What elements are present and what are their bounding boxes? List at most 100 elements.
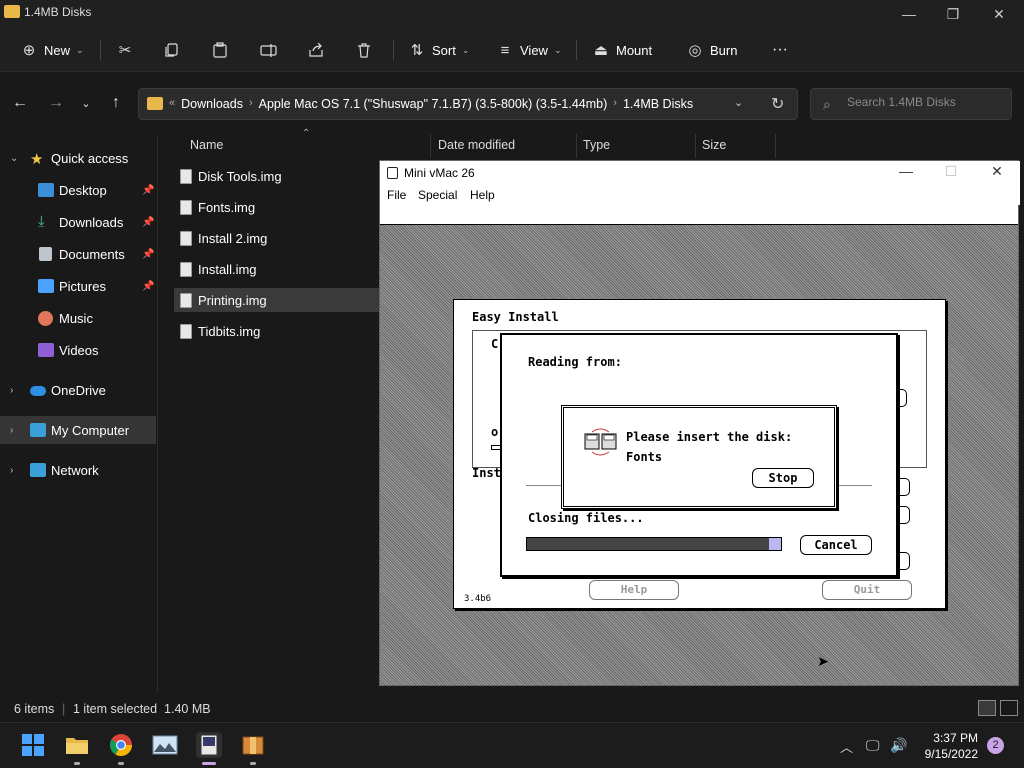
sidebar-item-onedrive[interactable]: › OneDrive — [0, 376, 156, 404]
refresh-icon[interactable]: ↻ — [771, 94, 784, 114]
title-bar: 1.4MB Disks — ❐ ✕ — [0, 0, 1024, 28]
sidebar-item-videos[interactable]: Videos — [0, 336, 156, 364]
vmac-maximize-button[interactable]: ☐ — [931, 163, 971, 180]
rename-button[interactable] — [260, 36, 278, 64]
close-button[interactable]: ✕ — [976, 2, 1022, 26]
view-lines-icon: ≡ — [500, 41, 510, 59]
file-row[interactable]: Install 2.img — [174, 226, 379, 250]
sidebar-item-network[interactable]: › Network — [0, 456, 156, 484]
menu-special[interactable]: Special — [418, 188, 457, 202]
sidebar-item-label: Documents — [59, 246, 125, 262]
view-label: View — [520, 42, 548, 58]
partial-text: C — [491, 337, 499, 351]
stop-button[interactable]: Stop — [752, 468, 814, 488]
forward-arrow-icon[interactable]: → — [44, 94, 68, 114]
delete-button[interactable] — [356, 36, 372, 64]
sidebar-item-label: Downloads — [59, 214, 124, 230]
chevron-up-icon[interactable]: ︿ — [840, 737, 853, 756]
share-button[interactable] — [308, 36, 324, 64]
file-row[interactable]: Install.img — [174, 257, 379, 281]
column-header-type[interactable]: Type — [583, 138, 610, 160]
details-view-icon[interactable] — [978, 700, 996, 716]
file-row[interactable]: Disk Tools.img — [174, 164, 379, 188]
sidebar-item-pictures[interactable]: Pictures 📌 — [0, 272, 156, 300]
notification-badge[interactable]: 2 — [987, 737, 1004, 754]
help-button[interactable]: Help — [589, 580, 679, 600]
maximize-button[interactable]: ❐ — [930, 2, 976, 26]
vmac-minimize-button[interactable]: — — [886, 163, 926, 179]
sidebar-item-quick-access[interactable]: ⌄ ★ Quick access — [0, 144, 156, 172]
start-icon[interactable] — [20, 732, 46, 758]
photos-icon[interactable] — [152, 732, 178, 758]
chevron-right-icon[interactable]: › — [10, 385, 13, 396]
sidebar-item-documents[interactable]: Documents 📌 — [0, 240, 156, 268]
chevron-down-icon[interactable]: ⌄ — [10, 153, 18, 164]
vmac-close-button[interactable]: ✕ — [977, 163, 1017, 180]
column-header-size[interactable]: Size — [702, 138, 726, 160]
status-divider: | — [62, 702, 66, 716]
menu-file[interactable]: File — [387, 188, 406, 202]
sidebar-item-label: Videos — [59, 342, 99, 358]
up-arrow-icon[interactable]: ↑ — [104, 94, 128, 114]
large-icons-view-icon[interactable] — [1000, 700, 1018, 716]
chevron-right-icon[interactable]: › — [10, 425, 13, 436]
sidebar-item-desktop[interactable]: Desktop 📌 — [0, 176, 156, 204]
emulated-mac-screen[interactable]: Easy Install C o I onts Insta Help Quit … — [380, 205, 1018, 685]
network-status-icon[interactable]: 🖵 — [866, 737, 880, 754]
chevron-right-icon[interactable]: › — [10, 465, 13, 476]
address-bar[interactable]: « Downloads › Apple Mac OS 7.1 ("Shuswap… — [138, 88, 798, 120]
column-divider[interactable] — [430, 134, 431, 158]
download-arrow-icon: ⤓ — [38, 213, 45, 230]
cancel-button[interactable]: Cancel — [800, 535, 872, 555]
search-input[interactable] — [847, 95, 1007, 109]
breadcrumb-item[interactable]: 1.4MB Disks — [623, 97, 693, 111]
column-header-date-modified[interactable]: Date modified — [438, 138, 515, 160]
file-row[interactable]: Fonts.img — [174, 195, 379, 219]
sort-button[interactable]: ⇅ Sort ⌄ — [408, 36, 470, 64]
copy-button[interactable] — [164, 36, 180, 64]
mount-button[interactable]: ⏏ Mount — [592, 36, 652, 64]
breadcrumb-item[interactable]: Apple Mac OS 7.1 ("Shuswap" 7.1.B7) (3.5… — [259, 97, 608, 111]
breadcrumb-item[interactable]: Downloads — [181, 97, 243, 111]
mouse-cursor-icon: ➤ — [817, 653, 829, 669]
partial-text: o — [491, 425, 499, 439]
cut-button[interactable]: ✂ — [116, 36, 134, 64]
new-button[interactable]: ⊕ New ⌄ — [20, 36, 84, 64]
burn-button[interactable]: ◎ Burn — [686, 36, 737, 64]
file-explorer-icon[interactable] — [64, 732, 90, 758]
back-arrow-icon[interactable]: ← — [8, 94, 32, 114]
file-row[interactable]: Tidbits.img — [174, 319, 379, 343]
file-name: Disk Tools.img — [198, 168, 282, 184]
sidebar-item-my-computer[interactable]: › My Computer — [0, 416, 156, 444]
quit-button[interactable]: Quit — [822, 580, 912, 600]
clipboard-icon — [213, 42, 227, 58]
file-row-selected[interactable]: Printing.img — [174, 288, 379, 312]
taskbar: ︿ 🖵 🔊 3:37 PM 9/15/2022 2 — [0, 722, 1024, 768]
column-divider[interactable] — [775, 134, 776, 158]
minimize-button[interactable]: — — [886, 2, 932, 26]
chevron-down-icon[interactable]: ⌄ — [734, 96, 743, 109]
more-options-button[interactable]: ··· — [772, 36, 788, 64]
file-name: Fonts.img — [198, 199, 256, 215]
column-divider[interactable] — [695, 134, 696, 158]
volume-icon[interactable]: 🔊 — [890, 737, 907, 754]
column-header-name[interactable]: Name — [190, 138, 223, 160]
search-box[interactable]: ⌕ — [810, 88, 1012, 120]
chrome-icon[interactable] — [108, 732, 134, 758]
menu-help[interactable]: Help — [470, 188, 495, 202]
disk-image-file-icon — [180, 168, 192, 184]
sidebar-item-downloads[interactable]: ⤓ Downloads 📌 — [0, 208, 156, 236]
paste-button[interactable] — [212, 36, 228, 64]
mini-vmac-icon[interactable] — [196, 732, 222, 758]
clock[interactable]: 3:37 PM 9/15/2022 — [918, 730, 978, 762]
archive-icon[interactable] — [240, 732, 266, 758]
mac-menu-bar — [380, 205, 1018, 225]
progress-fill — [527, 538, 774, 550]
network-icon — [30, 463, 46, 477]
address-area: ← → ⌄ ↑ « Downloads › Apple Mac OS 7.1 (… — [0, 72, 1024, 136]
vmac-menu-bar: File Special Help — [380, 185, 1020, 205]
column-divider[interactable] — [576, 134, 577, 158]
sidebar-item-music[interactable]: Music — [0, 304, 156, 332]
view-button[interactable]: ≡ View ⌄ — [496, 36, 562, 64]
recent-locations-chevron-icon[interactable]: ⌄ — [74, 97, 98, 117]
